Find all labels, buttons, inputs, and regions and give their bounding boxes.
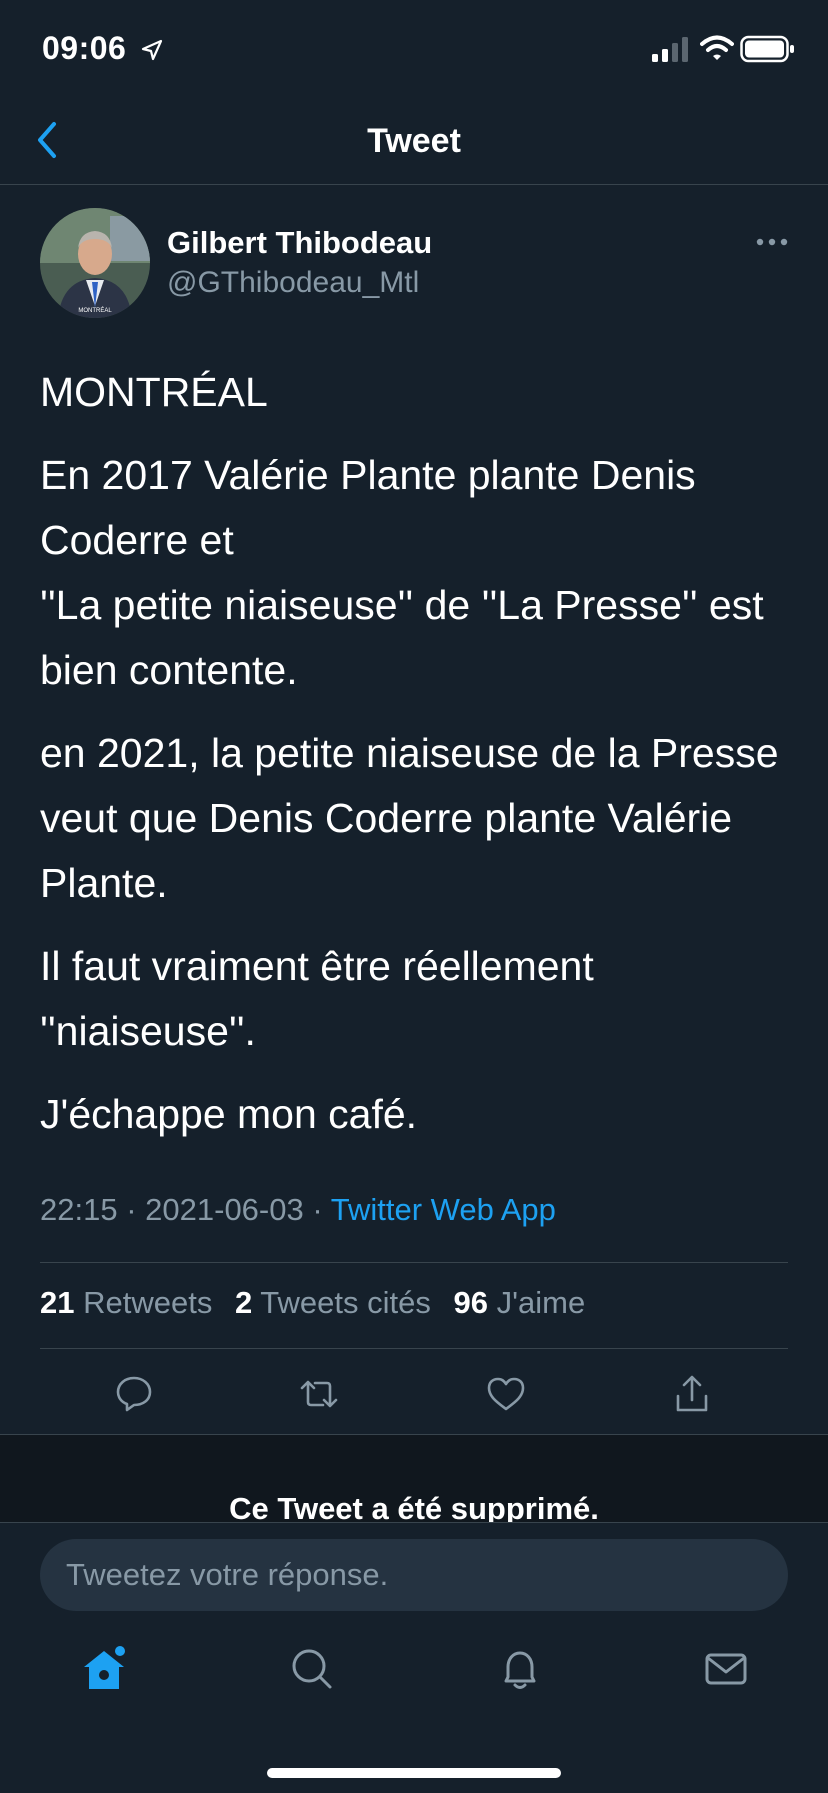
tweet-paragraph: MONTRÉAL <box>40 369 268 415</box>
avatar-caption: MONTRÉAL <box>78 307 112 314</box>
divider <box>40 1348 788 1349</box>
retweets-stat[interactable]: 21 Retweets <box>40 1285 212 1320</box>
nav-bar: Tweet <box>0 100 828 185</box>
share-icon[interactable] <box>670 1372 714 1416</box>
meta-separator: · <box>312 1192 323 1227</box>
cellular-signal-icon <box>652 37 688 62</box>
tweet-source-link[interactable]: Twitter Web App <box>331 1192 556 1227</box>
more-options-icon[interactable] <box>752 230 792 254</box>
tweet-body: MONTRÉAL En 2017 Valérie Plante plante D… <box>40 360 792 1165</box>
avatar[interactable]: MONTRÉAL <box>40 208 150 318</box>
page-title: Tweet <box>367 122 461 160</box>
location-arrow-icon <box>141 39 163 61</box>
tweet-date: 2021-06-03 <box>145 1192 304 1227</box>
reply-icon[interactable] <box>112 1372 156 1416</box>
reply-input[interactable] <box>40 1539 788 1611</box>
wifi-icon <box>700 35 734 60</box>
tweet-paragraph: Il faut vraiment être réellement ''niais… <box>40 943 594 1054</box>
tweet-paragraph: en 2021, la petite niaiseuse de la Press… <box>40 730 779 906</box>
tweet-paragraph: En 2017 Valérie Plante plante Denis Code… <box>40 452 764 693</box>
tweet-time: 22:15 <box>40 1192 118 1227</box>
status-bar: 09:06 <box>0 0 828 100</box>
tweet-stats: 21 Retweets 2 Tweets cités 96 J'aime <box>40 1285 599 1321</box>
deleted-tweet-card: Ce Tweet a été supprimé. <box>0 1434 828 1526</box>
tweet-actions <box>0 1368 828 1424</box>
divider <box>40 1262 788 1263</box>
meta-separator: · <box>126 1192 137 1227</box>
status-time: 09:06 <box>42 30 127 66</box>
notifications-icon[interactable] <box>494 1643 546 1695</box>
battery-icon <box>740 35 794 63</box>
tweet-meta: 22:15 · 2021-06-03 · Twitter Web App <box>40 1192 556 1228</box>
messages-icon[interactable] <box>700 1643 752 1695</box>
home-icon[interactable] <box>78 1643 130 1695</box>
like-icon[interactable] <box>484 1372 528 1416</box>
retweet-icon[interactable] <box>297 1372 341 1416</box>
search-icon[interactable] <box>286 1643 338 1695</box>
likes-stat[interactable]: 96 J'aime <box>453 1285 585 1320</box>
tweet-paragraph: J'échappe mon café. <box>40 1091 418 1137</box>
author-name[interactable]: Gilbert Thibodeau <box>167 225 432 261</box>
home-indicator <box>267 1768 561 1778</box>
quote-tweets-stat[interactable]: 2 Tweets cités <box>235 1285 431 1320</box>
author-handle[interactable]: @GThibodeau_Mtl <box>167 266 419 300</box>
bottom-panel <box>0 1522 828 1793</box>
